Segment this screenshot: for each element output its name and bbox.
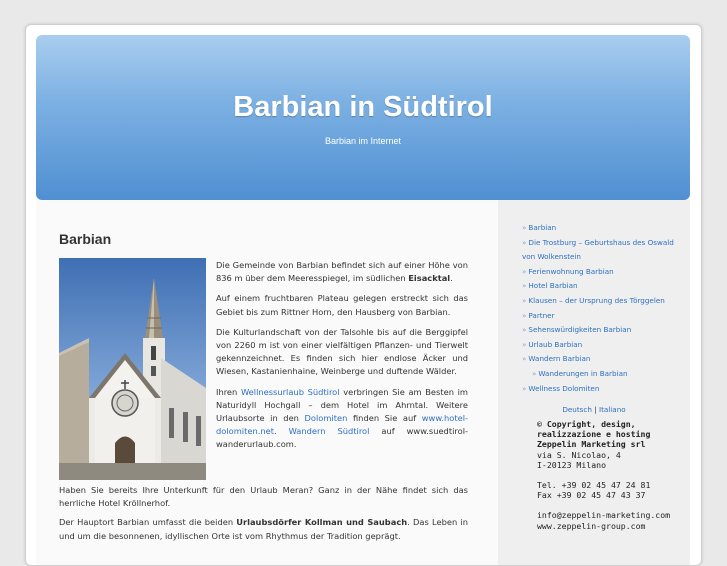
nav-item-ferienwohnung[interactable]: » Ferienwohnung Barbian bbox=[522, 265, 682, 280]
intro-text: Die Gemeinde von Barbian befindet sich a… bbox=[216, 259, 468, 459]
bullet-icon: » bbox=[522, 354, 527, 364]
bullet-icon: » bbox=[522, 310, 527, 320]
address-line-2: I-20123 Milano bbox=[537, 459, 607, 470]
paragraph-1: Die Gemeinde von Barbian befindet sich a… bbox=[216, 259, 468, 285]
site-subtitle: Barbian im Internet bbox=[324, 136, 402, 146]
language-switcher: Deutsch | Italiano bbox=[498, 405, 690, 414]
bullet-icon: » bbox=[522, 325, 527, 335]
bullet-icon: » bbox=[522, 266, 527, 276]
site-header: Barbian in Südtirol Barbian im Internet bbox=[36, 35, 690, 200]
nav-label: Die Trostburg – Geburtshaus des Oswald v… bbox=[522, 237, 674, 262]
link-dolomiten[interactable]: Dolomiten bbox=[305, 413, 348, 423]
bullet-icon: » bbox=[532, 368, 537, 378]
page-title: Barbian bbox=[59, 231, 112, 247]
nav-item-trostburg[interactable]: » Die Trostburg – Geburtshaus des Oswald … bbox=[522, 236, 682, 265]
nav-item-wandern[interactable]: » Wandern Barbian bbox=[522, 352, 682, 367]
address-line-1: via S. Nicolao, 4 bbox=[537, 449, 621, 460]
nav-item-hotel[interactable]: » Hotel Barbian bbox=[522, 279, 682, 294]
nav-item-sehenswuerdigkeiten[interactable]: » Sehenswürdigkeiten Barbian bbox=[522, 323, 682, 338]
telephone: Tel. +39 02 45 47 24 81 bbox=[537, 480, 651, 491]
bold-text: Eisacktal bbox=[408, 273, 451, 284]
nav-label: Sehenswürdigkeiten Barbian bbox=[528, 325, 632, 335]
bold-text: Urlaubsdörfer Kollman und Saubach bbox=[236, 517, 408, 528]
paragraph-5: Haben Sie bereits Ihre Unterkunft für de… bbox=[59, 485, 468, 509]
paragraph-3: Die Kulturlandschaft von der Talsohle bi… bbox=[216, 326, 468, 377]
text: . bbox=[450, 273, 453, 284]
nav-item-urlaub[interactable]: » Urlaub Barbian bbox=[522, 338, 682, 353]
paragraph-6: Der Hauptort Barbian umfasst die beiden … bbox=[59, 516, 468, 542]
lang-separator: | bbox=[594, 405, 597, 414]
main-content: Barbian Die Gemeinde von Barbian befinde… bbox=[36, 200, 498, 565]
nav-label: Wandern Barbian bbox=[528, 354, 591, 364]
link-wellnessurlaub[interactable]: Wellnessurlaub Südtirol bbox=[241, 387, 340, 397]
page-wrapper: Barbian in Südtirol Barbian im Internet … bbox=[25, 24, 702, 566]
nav-item-klausen[interactable]: » Klausen – der Ursprung des Törggelen bbox=[522, 294, 682, 309]
bullet-icon: » bbox=[522, 383, 527, 393]
text: Der Hauptort Barbian umfasst die beiden bbox=[59, 517, 237, 528]
nav-item-wanderungen[interactable]: » Wanderungen in Barbian bbox=[522, 367, 682, 382]
lang-italiano[interactable]: Italiano bbox=[599, 405, 626, 414]
sidebar: » Barbian » Die Trostburg – Geburtshaus de… bbox=[498, 200, 690, 565]
link-wandern-suedtirol[interactable]: Wandern Südtirol bbox=[289, 426, 370, 436]
nav-item-partner[interactable]: » Partner bbox=[522, 309, 682, 324]
text: Ihren bbox=[216, 386, 241, 397]
text: finden Sie auf bbox=[347, 413, 422, 424]
bullet-icon: » bbox=[522, 295, 527, 305]
nav-label: Wanderungen in Barbian bbox=[538, 368, 628, 378]
nav-label: Wellness Dolomiten bbox=[528, 383, 600, 393]
website-link[interactable]: www.zeppelin-group.com bbox=[537, 521, 687, 531]
nav-label: Klausen – der Ursprung des Törggelen bbox=[528, 295, 665, 305]
nav-item-barbian[interactable]: » Barbian bbox=[522, 221, 682, 236]
nav-label: Hotel Barbian bbox=[528, 281, 578, 291]
email-link[interactable]: info@zeppelin-marketing.com bbox=[537, 510, 687, 520]
body-text: Haben Sie bereits Ihre Unterkunft für de… bbox=[59, 484, 468, 549]
copyright-text: © Copyright, design, realizzazione e hos… bbox=[537, 419, 651, 450]
lang-deutsch[interactable]: Deutsch bbox=[562, 405, 592, 414]
fax: Fax +39 02 45 47 43 37 bbox=[537, 490, 646, 501]
paragraph-4: Ihren Wellnessurlaub Südtirol verbringen… bbox=[216, 386, 468, 452]
nav-item-wellness[interactable]: » Wellness Dolomiten bbox=[522, 382, 682, 397]
nav-label: Barbian bbox=[528, 223, 557, 232]
nav-label: Urlaub Barbian bbox=[528, 339, 583, 349]
paragraph-2: Auf einem fruchtbaren Plateau gelegen er… bbox=[216, 293, 468, 317]
text: . bbox=[273, 426, 289, 437]
sidebar-nav: » Barbian » Die Trostburg – Geburtshaus de… bbox=[522, 221, 682, 396]
site-title[interactable]: Barbian in Südtirol bbox=[36, 91, 690, 124]
nav-label: Ferienwohnung Barbian bbox=[528, 266, 614, 276]
bullet-icon: » bbox=[522, 281, 527, 291]
church-photo bbox=[59, 258, 206, 480]
bullet-icon: » bbox=[522, 339, 527, 349]
bullet-icon: » bbox=[522, 237, 527, 247]
nav-label: Partner bbox=[528, 310, 555, 320]
company-info: © Copyright, design, realizzazione e hos… bbox=[537, 419, 687, 531]
bullet-icon: » bbox=[522, 223, 527, 232]
